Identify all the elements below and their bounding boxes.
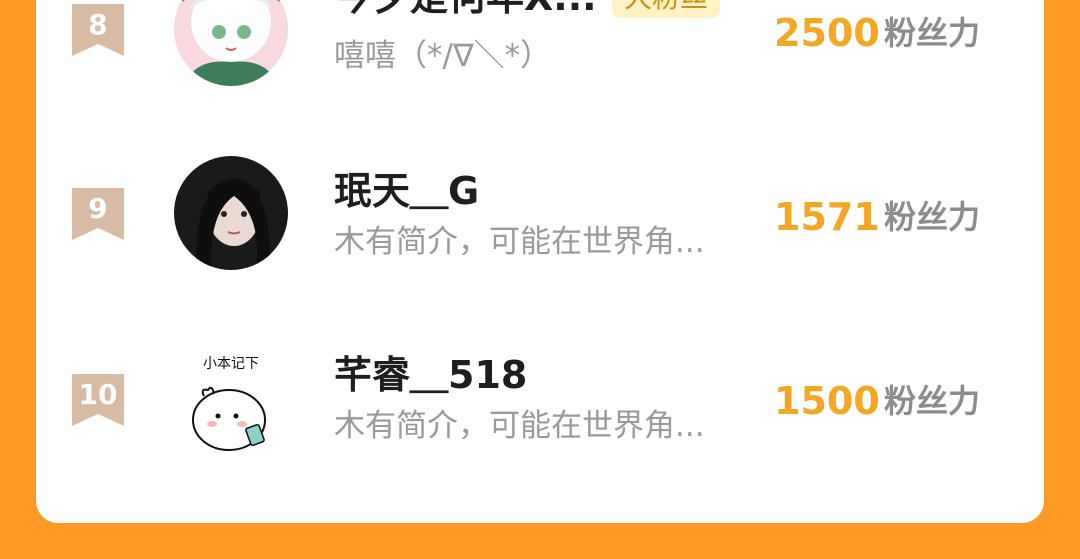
rank-ribbon-icon: 10 [72, 374, 124, 426]
fan-power-label: 粉丝力 [884, 14, 981, 52]
rank-ribbon-icon: 9 [72, 188, 124, 240]
avatar[interactable]: 小本记下 [174, 344, 288, 458]
rank-ribbon-icon: 8 [72, 4, 124, 56]
rank-number: 10 [78, 378, 118, 411]
user-bio: 木有简介，可能在世界角... [334, 224, 705, 260]
rank-number: 9 [88, 192, 108, 225]
list-item[interactable]: 10 小本记下 芊睿＿518 木有简介，可能在世界角... 1500 粉丝力 [36, 336, 1044, 476]
avatar-caption: 小本记下 [203, 356, 259, 372]
leaderboard-card: 8 今夕是何年X... 大粉丝 嘻嘻（*/∇＼*） 2500 粉丝力 9 [36, 0, 1044, 523]
user-name: 芊睿＿518 [334, 353, 528, 397]
rank-number: 8 [88, 8, 108, 41]
avatar[interactable] [174, 0, 288, 86]
fan-power-score: 1571 [774, 195, 880, 239]
user-name: 今夕是何年X... [334, 0, 597, 20]
fan-power-score: 1500 [774, 379, 880, 423]
avatar[interactable] [174, 156, 288, 270]
list-item[interactable]: 8 今夕是何年X... 大粉丝 嘻嘻（*/∇＼*） 2500 粉丝力 [36, 0, 1044, 100]
fan-power-label: 粉丝力 [884, 198, 981, 236]
user-bio: 木有简介，可能在世界角... [334, 408, 705, 444]
list-item[interactable]: 9 珉天＿G 木有简介，可能在世界角... 1571 粉丝力 [36, 148, 1044, 288]
user-bio: 嘻嘻（*/∇＼*） [334, 38, 552, 74]
fan-level-badge: 大粉丝 [612, 0, 721, 18]
fan-power-score: 2500 [774, 11, 880, 55]
fan-power-label: 粉丝力 [884, 382, 981, 420]
user-name: 珉天＿G [334, 169, 480, 213]
